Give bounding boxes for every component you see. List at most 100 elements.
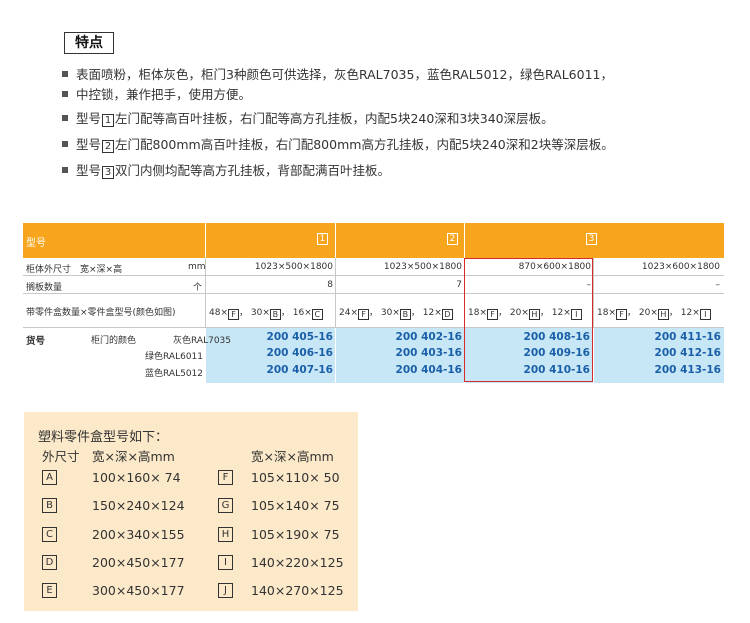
bin-type-box: F <box>616 309 627 320</box>
bin-sep: ， <box>280 308 290 318</box>
bin-count: 30× <box>380 308 400 318</box>
header-model-1: 1 <box>317 233 328 245</box>
feature-text: 中控锁，兼作把手，使用方便。 <box>76 87 252 102</box>
bin-count: 20× <box>638 308 658 318</box>
bullet-icon <box>62 141 68 147</box>
bin-type-box: B <box>399 309 411 320</box>
shelves-label: 搁板数量 <box>26 283 63 293</box>
shelves-value: 8 <box>327 280 333 290</box>
feature-item: 表面喷粉，柜体灰色，柜门3种颜色可供选择，灰色RAL7035，蓝色RAL5012… <box>62 64 613 83</box>
bin-type-box: C <box>311 309 323 320</box>
bin-type-box: F <box>228 309 239 320</box>
bin-sep: ， <box>369 308 379 318</box>
bullet-icon <box>62 167 68 173</box>
feature-item: 型号 3 双门内侧均配等高方孔挂板，背部配满百叶挂板。 <box>62 160 390 179</box>
item-code: 200 412-16 <box>654 347 721 359</box>
bin-count: 48× <box>209 308 228 318</box>
grid-line <box>593 294 594 328</box>
grid-line <box>335 294 336 328</box>
bin-sizes-title: 塑料零件盒型号如下： <box>38 430 169 445</box>
header-divider <box>335 223 336 258</box>
feature-text: 左门配等高百叶挂板，右门配等高方孔挂板，内配5块240深和3块340深层板。 <box>115 111 554 126</box>
dims-value: 1023×600×1800 <box>641 262 720 272</box>
bin-id-box: B <box>42 498 57 513</box>
bin-dims: 200×340×155 <box>92 527 185 542</box>
color-label: 蓝色RAL5012 <box>145 369 203 379</box>
bin-id-box: J <box>218 583 233 598</box>
color-label: 绿色RAL6011 <box>145 352 203 362</box>
bin-id-box: F <box>218 470 233 485</box>
bullet-icon <box>62 91 68 97</box>
feature-text: 型号 <box>76 137 102 152</box>
bin-id-box: I <box>218 555 233 570</box>
header-model-label: 型号 <box>26 238 46 249</box>
shelves-value: – <box>715 280 721 290</box>
table-row-shelves: 搁板数量 个 8 7 – – <box>23 276 724 294</box>
features-title: 特点 <box>64 32 114 54</box>
bin-sizes-panel: 塑料零件盒型号如下： 外尺寸 宽×深×高mm 宽×深×高mm A 100×160… <box>24 412 358 611</box>
bin-type-box: B <box>269 309 281 320</box>
feature-text: 型号 <box>76 163 102 178</box>
item-code: 200 405-16 <box>266 331 333 343</box>
highlight-frame <box>464 258 593 382</box>
bin-dims: 100×160× 74 <box>92 470 181 485</box>
bin-id-box: D <box>42 555 57 570</box>
bins-value-4: 18× F， 20× H， 12× I <box>597 305 711 320</box>
model-number-box: 2 <box>102 140 115 153</box>
item-code: 200 407-16 <box>266 364 333 376</box>
table-row-bins: 带零件盒数量×零件盒型号(颜色如图) 48× F， 30× B， 16× C 24× F… <box>23 294 724 328</box>
header-model-2: 2 <box>447 233 458 245</box>
bins-value-1: 48× F， 30× B， 16× C <box>209 305 323 320</box>
model-2-box: 2 <box>447 233 458 245</box>
model-1-box: 1 <box>317 233 328 245</box>
model-number-box: 1 <box>102 114 115 127</box>
bins-value-2: 24× F， 30× B， 12× D <box>339 305 453 320</box>
item-code: 200 404-16 <box>395 364 462 376</box>
bin-id-box: A <box>42 470 57 485</box>
bin-sep: ， <box>668 308 678 318</box>
feature-item: 型号 2 左门配800mm高百叶挂板，右门配800mm高方孔挂板，内配5块240深和… <box>62 134 614 153</box>
dims-value: 1023×500×1800 <box>383 262 462 272</box>
feature-text: 左门配800mm高百叶挂板，右门配800mm高方孔挂板，内配5块240深和2块等… <box>115 137 614 152</box>
dims-value: 1023×500×1800 <box>254 262 333 272</box>
header-model-3: 3 <box>586 233 597 245</box>
bin-count: 30× <box>250 308 270 318</box>
model-number-box: 3 <box>102 166 115 179</box>
item-code: 200 406-16 <box>266 347 333 359</box>
spec-table: 型号 1 2 3 柜体外尺寸 宽×深×高 mm 1023×500×1800 10… <box>23 223 724 383</box>
header-divider <box>464 223 465 258</box>
bin-dims: 200×450×177 <box>92 555 185 570</box>
bin-dims: 105×110× 50 <box>251 470 340 485</box>
shelves-value: 7 <box>456 280 462 290</box>
bullet-icon <box>62 71 68 77</box>
bin-count: 24× <box>339 308 358 318</box>
bin-dims: 105×190× 75 <box>251 527 340 542</box>
bin-sep: ， <box>239 308 249 318</box>
item-code: 200 402-16 <box>395 331 462 343</box>
bin-count: 18× <box>597 308 616 318</box>
bin-dims: 300×450×177 <box>92 583 185 598</box>
item-code: 200 413-16 <box>654 364 721 376</box>
bin-id-box: G <box>218 498 233 513</box>
bin-count: 12× <box>422 308 442 318</box>
feature-item: 型号 1 左门配等高百叶挂板，右门配等高方孔挂板，内配5块240深和3块340深层板… <box>62 108 554 127</box>
bin-sep: ， <box>627 308 637 318</box>
feature-text: 表面喷粉，柜体灰色，柜门3种颜色可供选择，灰色RAL7035，蓝色RAL5012… <box>76 67 613 82</box>
shelves-unit: 个 <box>193 283 203 293</box>
bin-dims: 105×140× 75 <box>251 498 340 513</box>
bin-dims: 150×240×124 <box>92 498 185 513</box>
grid-line <box>205 294 206 328</box>
bullet-icon <box>62 115 68 121</box>
feature-item: 中控锁，兼作把手，使用方便。 <box>62 84 251 103</box>
item-code: 200 403-16 <box>395 347 462 359</box>
dims-unit: mm <box>188 262 206 272</box>
bin-type-box: H <box>657 309 669 320</box>
bin-sep: ， <box>410 308 420 318</box>
bin-type-box: D <box>441 309 453 320</box>
table-header: 型号 1 2 3 <box>23 223 724 258</box>
item-code: 200 411-16 <box>654 331 721 343</box>
bin-type-box: F <box>358 309 369 320</box>
col-outer-label: 外尺寸 <box>42 449 80 464</box>
goods-label: 货号 <box>26 336 46 347</box>
model-3-box: 3 <box>586 233 597 245</box>
